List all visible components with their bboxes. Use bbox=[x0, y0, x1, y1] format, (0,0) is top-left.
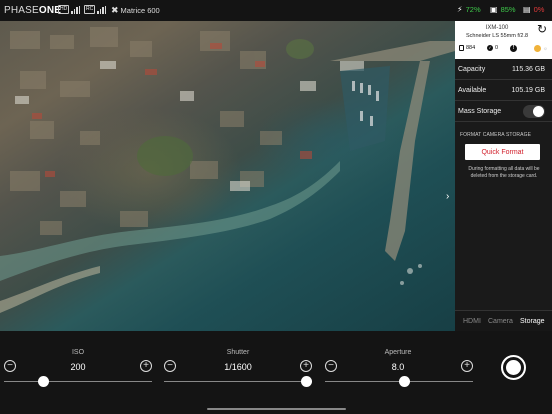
device-name: Matrice 600 bbox=[120, 6, 160, 15]
iso-slider-thumb[interactable] bbox=[38, 376, 50, 387]
camera-battery-status: ▤ 0% bbox=[523, 5, 544, 14]
available-row: Available 105.19 GB bbox=[455, 80, 552, 101]
iso-value: 200 bbox=[70, 362, 86, 372]
check-count: 0 bbox=[495, 45, 499, 51]
capture-button-core bbox=[506, 360, 521, 375]
info-icon: ! bbox=[510, 45, 517, 52]
weather-icon: ☼ bbox=[543, 45, 548, 52]
sd-card-icon bbox=[459, 45, 464, 51]
available-value: 105.19 GB bbox=[511, 87, 545, 94]
shutter-capture-button[interactable] bbox=[501, 355, 526, 380]
iso-decrease-button[interactable]: − bbox=[4, 360, 16, 372]
signal-bars-icon bbox=[71, 5, 81, 14]
camera-model: IXM-100 bbox=[485, 25, 509, 31]
aerial-image bbox=[0, 27, 455, 313]
info-indicator[interactable]: ! bbox=[510, 45, 517, 52]
capacity-value: 115.36 GB bbox=[512, 66, 545, 73]
shutter-slider-track[interactable] bbox=[164, 381, 312, 382]
refresh-icon[interactable]: ↻ bbox=[537, 23, 548, 35]
capacity-label: Capacity bbox=[458, 66, 486, 73]
controller-battery-status: ▣ 85% bbox=[490, 5, 516, 14]
remote-controller-icon: RC bbox=[84, 5, 96, 14]
format-warning-text: During formatting all data will be delet… bbox=[468, 166, 540, 179]
camera-info-card: IXM-100 Schneider LS 55mm f/2.8 ↻ 884 ✓ … bbox=[455, 21, 552, 59]
available-label: Available bbox=[458, 87, 487, 94]
controller-battery-value: 85% bbox=[500, 5, 516, 14]
check-count-indicator: ✓ 0 bbox=[487, 45, 498, 51]
signal-bars-icon bbox=[97, 5, 107, 14]
chevron-right-icon[interactable]: › bbox=[446, 191, 449, 202]
shutter-label: Shutter bbox=[226, 349, 250, 356]
camera-battery-icon: ▤ bbox=[523, 5, 531, 14]
mass-storage-toggle[interactable] bbox=[523, 105, 545, 118]
aperture-decrease-button[interactable]: − bbox=[325, 360, 337, 372]
hd-video-icon: HD bbox=[58, 5, 70, 14]
iso-label: ISO bbox=[71, 349, 85, 356]
camera-live-view[interactable]: › bbox=[0, 21, 455, 331]
exposure-controls: ISO 200 − + Shutter 1/1600 − + Aperture … bbox=[0, 331, 552, 414]
capacity-row: Capacity 115.36 GB bbox=[455, 59, 552, 80]
card-count: 884 bbox=[466, 45, 476, 51]
tab-camera[interactable]: Camera bbox=[488, 318, 513, 325]
aperture-increase-button[interactable]: + bbox=[461, 360, 473, 372]
top-status-bar: PHASEONE HD RC ✖ Matrice 600 ⚡ 72% ▣ 85%… bbox=[0, 0, 552, 21]
card-count-indicator: 884 bbox=[459, 45, 475, 51]
iso-slider-track[interactable] bbox=[4, 381, 152, 382]
quick-format-button[interactable]: Quick Format bbox=[465, 144, 540, 160]
shutter-slider-thumb[interactable] bbox=[301, 376, 313, 387]
toggle-knob bbox=[533, 106, 544, 117]
shutter-decrease-button[interactable]: − bbox=[164, 360, 176, 372]
check-icon: ✓ bbox=[487, 45, 493, 51]
hd-signal: HD bbox=[58, 5, 81, 14]
drone-battery-icon: ⚡ bbox=[457, 5, 463, 14]
drone-icon: ✖ bbox=[111, 5, 119, 15]
device-selector[interactable]: ✖ Matrice 600 bbox=[111, 5, 160, 16]
drone-battery-value: 72% bbox=[465, 5, 481, 14]
lens-name: Schneider LS 55mm f/2.8 bbox=[465, 33, 529, 39]
camera-battery-value: 0% bbox=[533, 5, 545, 14]
home-indicator bbox=[207, 408, 346, 410]
shutter-increase-button[interactable]: + bbox=[300, 360, 312, 372]
mass-storage-row: Mass Storage bbox=[455, 101, 552, 122]
remote-signal: RC bbox=[84, 5, 107, 14]
panel-tabs: HDMI Camera Storage bbox=[455, 310, 552, 331]
aperture-label: Aperture bbox=[384, 349, 412, 356]
format-section-title: FORMAT CAMERA STORAGE bbox=[460, 132, 531, 138]
brand-logo: PHASEONE bbox=[4, 5, 62, 16]
controller-battery-icon: ▣ bbox=[490, 5, 498, 14]
aperture-slider-thumb[interactable] bbox=[399, 376, 410, 387]
tab-hdmi[interactable]: HDMI bbox=[463, 318, 481, 325]
aperture-value: 8.0 bbox=[391, 362, 405, 372]
drone-battery-status: ⚡ 72% bbox=[457, 5, 481, 14]
camera-settings-panel: IXM-100 Schneider LS 55mm f/2.8 ↻ 884 ✓ … bbox=[455, 21, 552, 331]
tab-storage[interactable]: Storage bbox=[520, 318, 545, 325]
sun-indicator: ☼ bbox=[534, 45, 548, 52]
sun-icon bbox=[534, 45, 541, 52]
iso-increase-button[interactable]: + bbox=[140, 360, 152, 372]
shutter-value: 1/1600 bbox=[224, 362, 252, 372]
mass-storage-label: Mass Storage bbox=[458, 108, 502, 115]
